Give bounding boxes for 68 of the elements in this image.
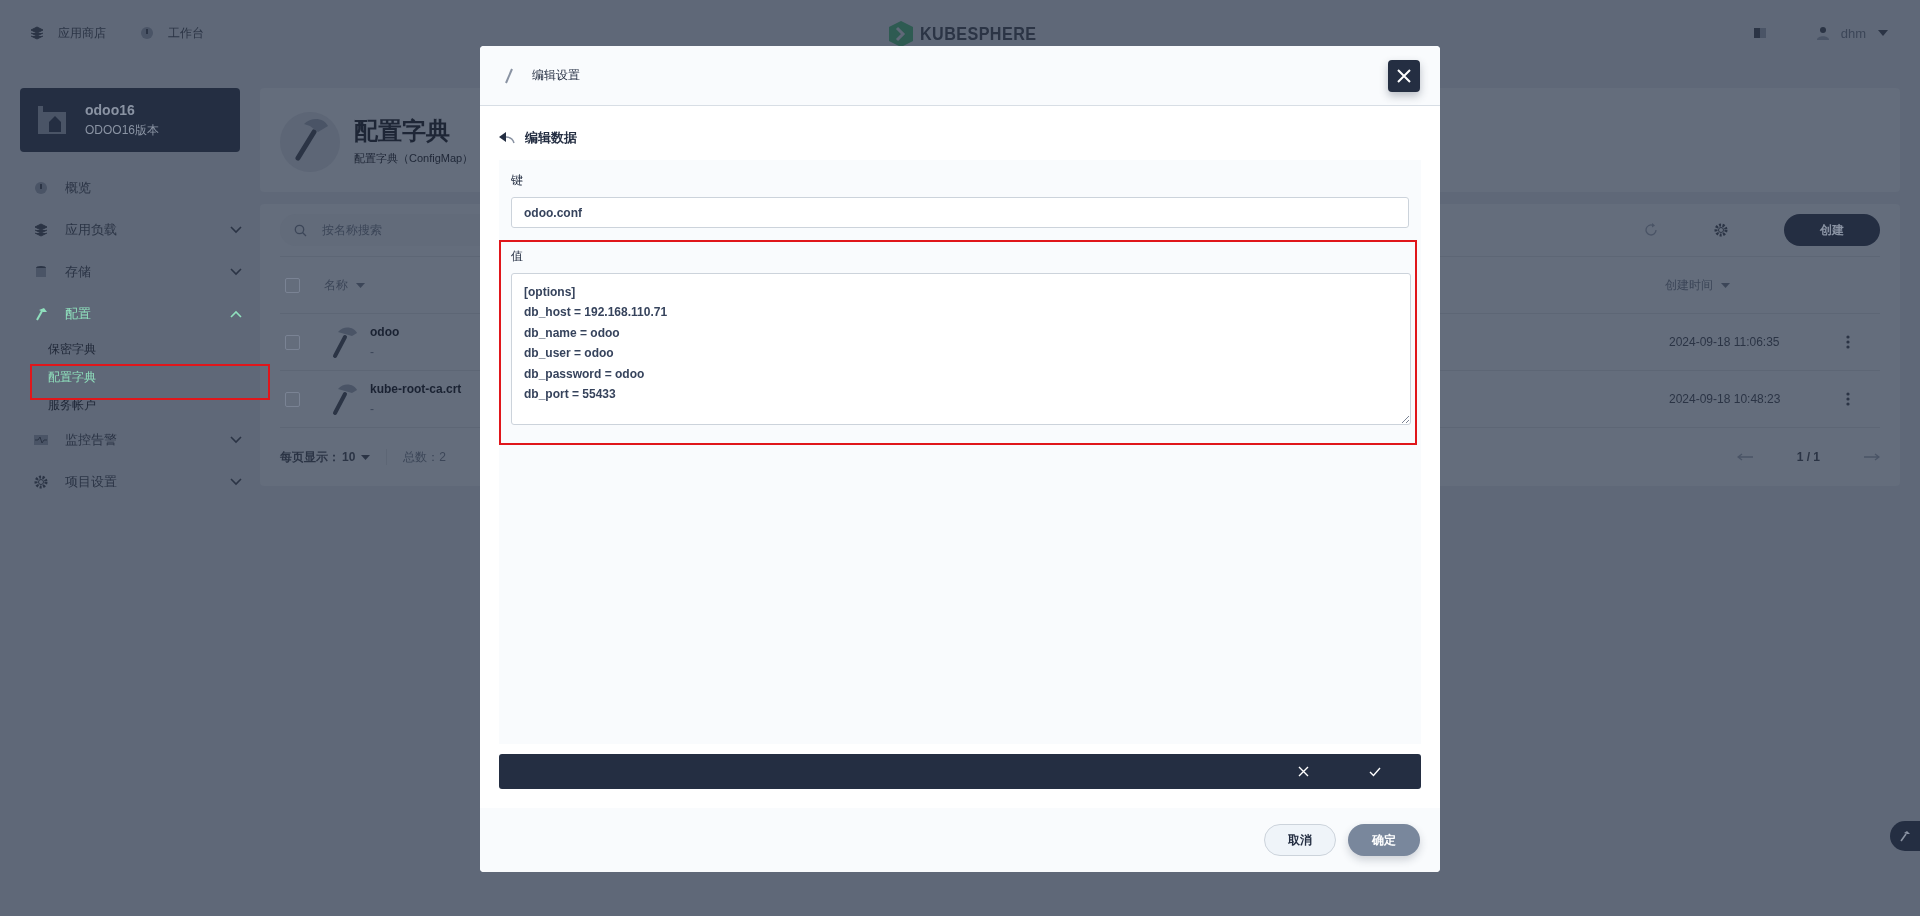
row-name[interactable]: kube-root-ca.crt [370, 382, 462, 396]
project-icon [36, 104, 68, 136]
close-icon[interactable] [1298, 766, 1309, 777]
confirm-button[interactable]: 确定 [1348, 824, 1420, 856]
chevron-down-icon [230, 226, 242, 234]
page-indicator: 1 / 1 [1796, 450, 1820, 464]
row-description: - [370, 402, 375, 416]
back-arrow-icon [499, 132, 515, 144]
pulse-icon [34, 433, 48, 447]
gear-icon [34, 475, 48, 489]
arrow-right-icon[interactable] [1864, 453, 1880, 461]
sidebar-item[interactable]: 配置 [20, 293, 260, 335]
created-time: 2024-09-18 11:06:35 [1669, 335, 1781, 349]
project-description: ODOO16版本 [85, 121, 159, 139]
hammer-icon [330, 325, 358, 359]
arrow-left-icon[interactable] [1736, 453, 1753, 461]
refresh-icon[interactable] [1644, 223, 1658, 237]
hammer-icon [1899, 830, 1911, 842]
check-icon[interactable] [1369, 766, 1381, 777]
user-icon [1816, 26, 1829, 40]
chevron-down-icon [230, 268, 242, 276]
sort-caret-icon [356, 282, 365, 288]
field-label: 键 [511, 172, 524, 189]
select-all-checkbox[interactable] [285, 277, 300, 293]
settings-icon[interactable] [1714, 223, 1728, 237]
logo-icon [888, 20, 914, 48]
page-size-select[interactable]: 10 [342, 450, 371, 464]
value-textarea[interactable]: [options] db_host = 192.168.110.71 db_name = odoo db_user = odoo db_password = odoo db_port = 55433 [511, 273, 1411, 425]
sort-caret-icon [1721, 282, 1730, 288]
row-checkbox[interactable] [285, 334, 300, 350]
row-description: - [370, 345, 375, 359]
page-title: 配置字典 [354, 115, 450, 146]
close-icon [1397, 68, 1411, 83]
project-card[interactable]: odoo16 ODOO16版本 [20, 88, 240, 152]
chevron-up-icon [230, 310, 242, 318]
search-icon [294, 224, 307, 237]
hammer-icon [330, 382, 358, 416]
layers-icon [34, 223, 48, 237]
resize-grip-icon[interactable] [1401, 415, 1409, 423]
more-icon[interactable] [1846, 392, 1850, 406]
caret-icon [361, 454, 371, 460]
hammer-icon [34, 307, 48, 321]
back-link[interactable]: 编辑数据 [499, 126, 1421, 150]
created-time: 2024-09-18 10:48:23 [1669, 392, 1782, 406]
project-name: odoo16 [85, 101, 136, 118]
create-button[interactable]: 创建 [1784, 214, 1880, 246]
sidebar-subitem[interactable]: 保密字典 [20, 335, 260, 363]
floating-tool-button[interactable] [1890, 821, 1920, 851]
caret-icon [1878, 30, 1888, 36]
field-label: 值 [511, 248, 524, 265]
pen-icon [504, 67, 514, 84]
key-input[interactable]: odoo.conf [511, 197, 1409, 228]
page-subtitle: 配置字典（ConfigMap） [354, 150, 474, 166]
dashboard-icon [140, 26, 154, 40]
dashboard-icon [34, 181, 48, 195]
cancel-button[interactable]: 取消 [1264, 824, 1336, 856]
sidebar-subitem[interactable]: 配置字典 [20, 363, 260, 391]
close-button[interactable] [1388, 59, 1420, 92]
panel-icon[interactable] [1752, 26, 1767, 40]
chevron-down-icon [230, 478, 242, 486]
database-icon [34, 265, 48, 279]
layers-icon [30, 26, 44, 40]
chevron-down-icon [230, 436, 242, 444]
dialog-title: 编辑设置 [532, 67, 580, 84]
row-checkbox[interactable] [285, 391, 300, 407]
row-name[interactable]: odoo [370, 325, 400, 339]
more-icon[interactable] [1846, 335, 1850, 349]
page-size-label: 每页显示： [280, 448, 340, 466]
